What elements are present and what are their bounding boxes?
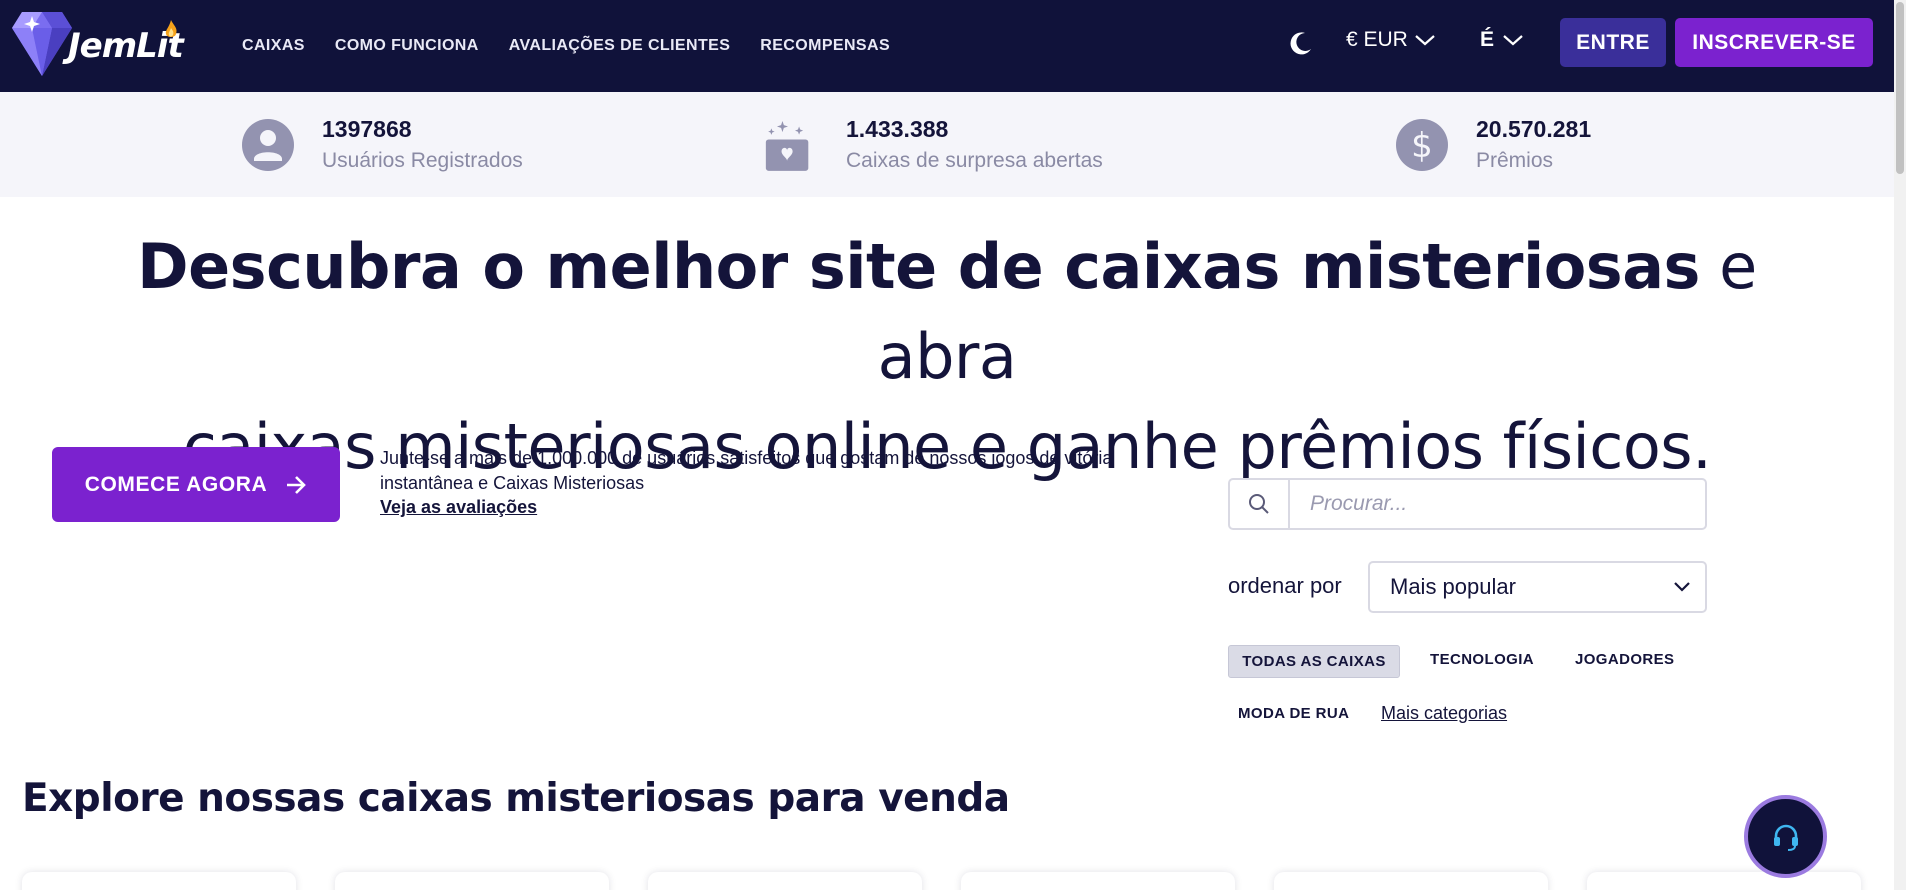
stat-registered-users: 1397868 Usuários Registrados [242, 92, 523, 197]
language-label: É [1480, 28, 1495, 51]
box-cards-row [22, 872, 1894, 890]
dollar-icon: $ [1396, 118, 1448, 171]
jemlit-logo[interactable]: JemLit [10, 8, 196, 78]
svg-text:$: $ [1411, 126, 1433, 166]
currency-selector[interactable]: € EUR [1346, 28, 1436, 52]
nav-caixas[interactable]: CAIXAS [242, 37, 305, 55]
box-card[interactable] [1274, 872, 1548, 890]
nav-avaliacoes[interactable]: AVALIAÇÕES DE CLIENTES [509, 37, 731, 55]
box-card[interactable] [648, 872, 922, 890]
stat-prizes: $ 20.570.281 Prêmios [1396, 92, 1591, 197]
sort-select[interactable]: Mais popular [1368, 561, 1707, 613]
section-title: Explore nossas caixas misteriosas para v… [22, 776, 1010, 821]
search-icon [1249, 494, 1269, 514]
box-card[interactable] [335, 872, 609, 890]
arrow-right-icon [287, 475, 307, 494]
box-card[interactable] [1587, 872, 1861, 890]
box-card[interactable] [961, 872, 1235, 890]
diamond-logo-icon [12, 12, 72, 76]
search-input[interactable] [1290, 480, 1705, 528]
gift-box-icon [765, 120, 809, 171]
box-card[interactable] [22, 872, 296, 890]
flame-icon [165, 20, 177, 37]
nav-como-funciona[interactable]: COMO FUNCIONA [335, 37, 479, 55]
join-description: Junte-se a mais de 1.000.000 de usuários… [380, 448, 1113, 493]
category-jogadores[interactable]: JOGADORES [1575, 651, 1674, 668]
stat-value: 1397868 [322, 116, 412, 142]
stats-bar: 1397868 Usuários Registrados 1.433.388 C… [0, 92, 1894, 197]
nav-recompensas[interactable]: RECOMPENSAS [760, 37, 890, 55]
user-icon [242, 118, 294, 171]
stat-label: Caixas de surpresa abertas [846, 149, 1103, 172]
hero-bold: Descubra o melhor site de caixas misteri… [137, 230, 1700, 303]
search-button[interactable] [1230, 480, 1290, 528]
stat-value: 20.570.281 [1476, 116, 1592, 142]
search-box [1228, 478, 1707, 530]
category-tecnologia[interactable]: TECNOLOGIA [1430, 651, 1534, 668]
headset-icon [1773, 824, 1798, 851]
reviews-link[interactable]: Veja as avaliações [380, 497, 537, 518]
page-scrollbar[interactable] [1894, 0, 1906, 890]
more-categories-link[interactable]: Mais categorias [1381, 703, 1507, 724]
category-moda-de-rua[interactable]: MODA DE RUA [1238, 705, 1349, 722]
stat-value: 1.433.388 [846, 116, 949, 142]
chevron-down-icon [1415, 35, 1435, 46]
login-button[interactable]: ENTRE [1560, 18, 1666, 67]
start-now-label: COMECE AGORA [84, 472, 268, 496]
chevron-down-icon [1503, 35, 1523, 46]
stat-boxes-opened: 1.433.388 Caixas de surpresa abertas [764, 92, 1103, 197]
signup-button[interactable]: INSCREVER-SE [1675, 18, 1873, 67]
category-all-boxes[interactable]: TODAS AS CAIXAS [1228, 645, 1400, 678]
currency-label: € EUR [1346, 28, 1408, 51]
support-chat-button[interactable] [1744, 795, 1827, 878]
dark-mode-moon-icon[interactable] [1288, 30, 1314, 56]
stat-label: Prêmios [1476, 149, 1554, 172]
scrollbar-thumb[interactable] [1896, 2, 1904, 174]
sort-selected-value: Mais popular [1390, 574, 1516, 599]
chevron-down-icon [1674, 582, 1690, 592]
stat-label: Usuários Registrados [322, 149, 523, 172]
start-now-button[interactable]: COMECE AGORA [52, 447, 340, 522]
main-nav: CAIXAS COMO FUNCIONA AVALIAÇÕES DE CLIEN… [242, 0, 890, 92]
top-navbar: JemLit CAIXAS COMO FUNCIONA AVALIAÇÕES D… [0, 0, 1894, 92]
sort-label: ordenar por [1228, 573, 1342, 598]
language-selector[interactable]: É [1480, 28, 1524, 52]
